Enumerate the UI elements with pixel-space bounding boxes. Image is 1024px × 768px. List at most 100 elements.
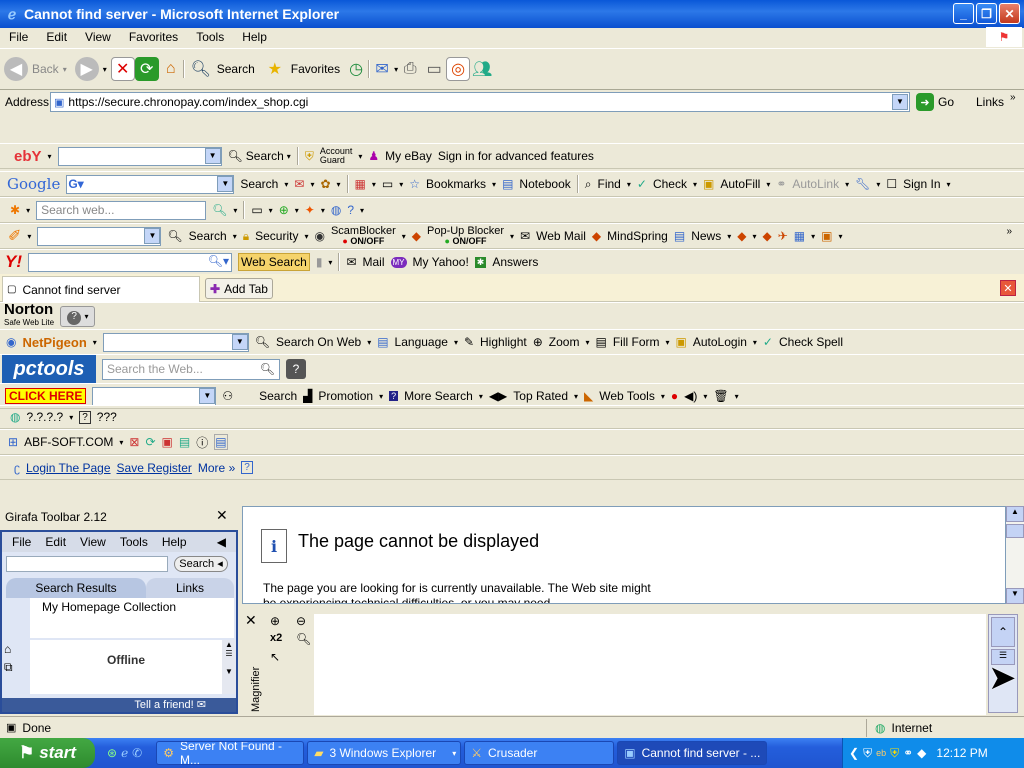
mindspring-button[interactable]: MindSpring bbox=[607, 229, 668, 243]
promotion-button[interactable]: Promotion bbox=[318, 389, 373, 403]
more-search-button[interactable]: More Search bbox=[404, 389, 473, 403]
msn-search-input[interactable]: Search web... bbox=[36, 200, 207, 220]
menu-favorites[interactable]: Favorites bbox=[120, 30, 187, 44]
puzzle-icon[interactable]: ✿ bbox=[320, 177, 330, 191]
back-button[interactable]: ◀ Back ▾ bbox=[4, 57, 67, 81]
msn-search-icon[interactable]: 🔍︎ bbox=[212, 203, 227, 217]
address-dropdown[interactable]: ▼ bbox=[892, 94, 908, 110]
mail-icon[interactable]: ✉ bbox=[370, 57, 394, 81]
quick-launch-ie-icon[interactable]: ℯ bbox=[121, 746, 128, 760]
girafa-collection[interactable]: My Homepage Collection bbox=[30, 598, 234, 638]
scroll-thumb[interactable] bbox=[1006, 524, 1024, 538]
check-spell-button[interactable]: Check Spell bbox=[779, 335, 843, 349]
girafa-menu-view[interactable]: View bbox=[80, 535, 106, 549]
autolink-button[interactable]: AutoLink bbox=[792, 177, 839, 191]
google-search-button[interactable]: Search bbox=[240, 177, 278, 191]
bar-icon[interactable]: ▭ bbox=[382, 177, 393, 191]
notebook-button[interactable]: Notebook bbox=[519, 177, 570, 191]
task-crusader[interactable]: ⚔ Crusader bbox=[464, 741, 615, 765]
webmail-button[interactable]: Web Mail bbox=[536, 229, 586, 243]
tell-a-friend-link[interactable]: Tell a friend! ✉ bbox=[2, 698, 236, 712]
minimize-button[interactable]: _ bbox=[953, 3, 974, 24]
news-button[interactable]: News bbox=[691, 229, 721, 243]
login-help-icon[interactable]: ? bbox=[241, 461, 253, 474]
answers-button[interactable]: Answers bbox=[492, 255, 538, 269]
girafa-menu-tools[interactable]: Tools bbox=[120, 535, 148, 549]
tray-norton-icon[interactable]: ⛨ bbox=[890, 746, 899, 761]
abf-tool-2-icon[interactable]: ⟳ bbox=[145, 435, 155, 449]
history-icon[interactable]: ◷ bbox=[344, 57, 368, 81]
clickhere-search-input[interactable]: ▼ bbox=[92, 386, 217, 406]
clickhere-search-button[interactable]: Search bbox=[259, 389, 297, 403]
translate-icon[interactable]: ▦ bbox=[355, 177, 366, 191]
content-scrollbar[interactable]: ▲ ▼ bbox=[1006, 506, 1024, 604]
address-input[interactable]: ▣ https://secure.chronopay.com/index_sho… bbox=[50, 92, 910, 112]
girafa-scrollbar[interactable]: ▲ ☰ ▼ bbox=[222, 640, 236, 694]
close-tab-button[interactable]: ✕ bbox=[1000, 280, 1016, 296]
abf-tool-5-icon[interactable]: ⓘ bbox=[196, 434, 208, 451]
magnifier-scroll-up[interactable]: ⌃ bbox=[991, 617, 1015, 647]
girafa-menu-file[interactable]: File bbox=[12, 535, 31, 549]
magnifier-close-button[interactable]: ✕ bbox=[245, 612, 257, 629]
pctools-search-input[interactable]: Search the Web... 🔍︎ bbox=[102, 358, 280, 380]
forward-button[interactable]: ▶ ▾ bbox=[74, 57, 107, 81]
google-search-input[interactable]: G▾ ▼ bbox=[66, 174, 235, 194]
yahoo-lock-icon[interactable]: ▮ bbox=[316, 255, 323, 269]
autologin-button[interactable]: AutoLogin bbox=[693, 335, 747, 349]
google-signin-button[interactable]: Sign In bbox=[903, 177, 940, 191]
yahoo-web-search-button[interactable]: Web Search bbox=[238, 253, 310, 271]
record-icon[interactable]: ● bbox=[671, 389, 678, 403]
earthlink-extra-5-icon[interactable]: ▣ bbox=[821, 229, 832, 243]
netpigeon-search-input[interactable]: ▼ bbox=[102, 332, 249, 352]
restore-button[interactable]: ❐ bbox=[976, 3, 997, 24]
print-icon[interactable]: ⎙ bbox=[398, 57, 422, 81]
account-guard-button[interactable]: Account Guard bbox=[320, 147, 353, 165]
task-server-not-found[interactable]: ⚙ Server Not Found - M... bbox=[156, 741, 305, 765]
pointer-icon[interactable]: ↖ bbox=[270, 650, 292, 664]
target-icon[interactable]: ◎ bbox=[446, 57, 471, 81]
scroll-down-button[interactable]: ▼ bbox=[1006, 588, 1024, 604]
home-icon[interactable]: ⌂ bbox=[159, 57, 183, 81]
abf-tool-1-icon[interactable]: ⊠ bbox=[129, 435, 139, 449]
go-button[interactable]: ➜ Go bbox=[916, 93, 954, 111]
abf-tool-4-icon[interactable]: ▤ bbox=[179, 435, 190, 449]
autofill-button[interactable]: AutoFill bbox=[720, 177, 760, 191]
earthlink-extra-3-icon[interactable]: ✈ bbox=[778, 229, 788, 243]
task-windows-explorer[interactable]: ▰ 3 Windows Explorer ▾ bbox=[307, 741, 462, 765]
add-tab-button[interactable]: ✚ Add Tab bbox=[205, 278, 273, 299]
my-ebay-link[interactable]: My eBay bbox=[385, 149, 432, 163]
girafa-tab-search-results[interactable]: Search Results bbox=[6, 578, 146, 598]
home-icon[interactable]: ⌂ bbox=[4, 642, 26, 656]
language-button[interactable]: Language bbox=[395, 335, 448, 349]
search-on-web-button[interactable]: Search On Web bbox=[276, 335, 361, 349]
menu-view[interactable]: View bbox=[76, 30, 120, 44]
msn-add-icon[interactable]: ⊕ bbox=[279, 203, 289, 217]
stop-icon[interactable]: ✕ bbox=[110, 57, 135, 81]
girafa-close-button[interactable]: ✕ bbox=[216, 507, 228, 524]
tray-ebay-icon[interactable]: eb bbox=[876, 748, 886, 758]
messenger-icon[interactable]: 👥︎ bbox=[470, 57, 494, 81]
close-button[interactable]: ✕ bbox=[999, 3, 1020, 24]
ebay-search-input[interactable]: ▼ bbox=[57, 146, 222, 166]
wrench-icon[interactable]: 🔧︎ bbox=[855, 177, 870, 191]
earthlink-extra-2-icon[interactable]: ◆ bbox=[762, 229, 771, 243]
tab-cannot-find-server[interactable]: ▢ Cannot find server bbox=[2, 276, 200, 302]
quick-launch-1-icon[interactable]: ⊛ bbox=[107, 746, 117, 760]
login-the-page-link[interactable]: Login The Page bbox=[26, 461, 111, 475]
msn-messenger-icon[interactable]: ◍ bbox=[331, 203, 341, 217]
menu-tools[interactable]: Tools bbox=[187, 30, 233, 44]
highlight-button[interactable]: Highlight bbox=[480, 335, 527, 349]
web-tools-button[interactable]: Web Tools bbox=[599, 389, 655, 403]
sign-in-link[interactable]: Sign in for advanced features bbox=[438, 149, 594, 163]
security-button[interactable]: Security bbox=[255, 229, 298, 243]
magnifier-x2-button[interactable]: x2 bbox=[270, 632, 292, 646]
abf-tool-6-icon[interactable]: ▤ bbox=[214, 434, 228, 450]
pctools-help-icon[interactable]: ? bbox=[286, 359, 306, 379]
menu-file[interactable]: File bbox=[0, 30, 37, 44]
tray-network-icon[interactable]: ⚭ bbox=[903, 746, 913, 760]
zoom-in-icon[interactable]: ⊕ bbox=[270, 614, 292, 628]
girafa-tab-links[interactable]: Links bbox=[146, 578, 234, 598]
msn-flag-icon[interactable]: ✦ bbox=[305, 203, 315, 217]
tray-app-icon[interactable]: ◆ bbox=[917, 746, 926, 760]
earthlink-search-input[interactable]: ▼ bbox=[37, 226, 162, 246]
